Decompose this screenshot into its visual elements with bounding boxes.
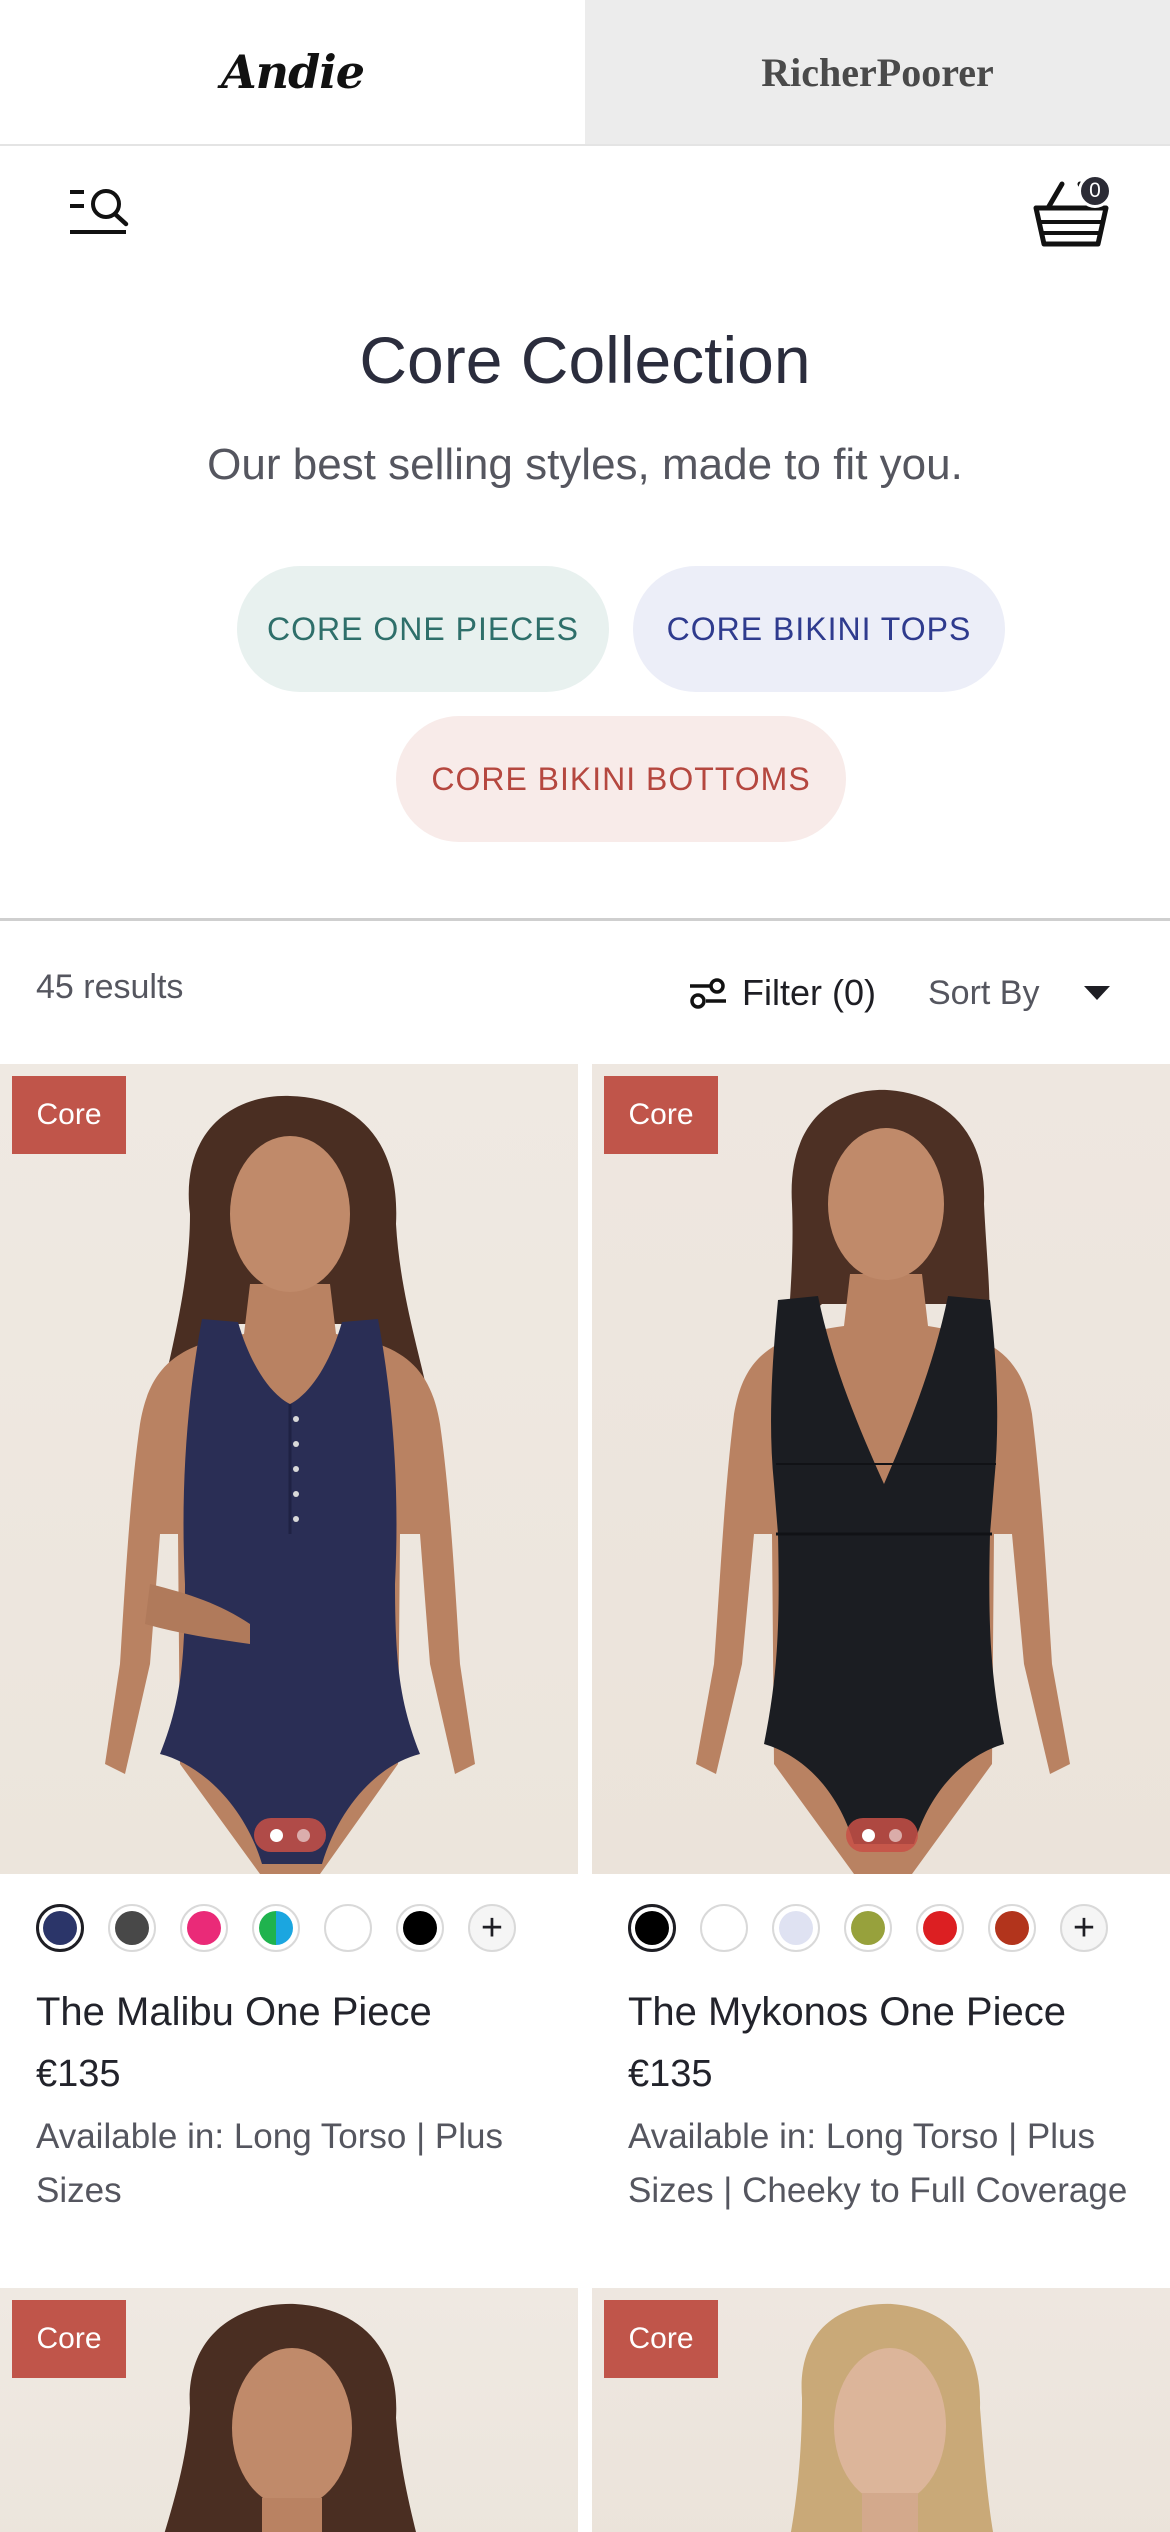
site-header: 0 xyxy=(0,148,1170,278)
product-image[interactable]: Core xyxy=(592,1064,1170,1874)
color-swatch-white[interactable] xyxy=(324,1904,372,1952)
product-price: €135 xyxy=(36,2053,121,2095)
product-price: €135 xyxy=(628,2053,713,2095)
model-photo xyxy=(105,1095,475,1874)
product-name[interactable]: The Mykonos One Piece xyxy=(592,1978,1170,2035)
sort-by-label: Sort By xyxy=(928,973,1040,1012)
menu-search-button[interactable] xyxy=(68,184,132,240)
sliders-icon xyxy=(690,978,726,1009)
color-swatch-green-blue[interactable] xyxy=(252,1904,300,1952)
brand-tabs: Andie RicherPoorer xyxy=(0,0,1170,146)
more-colors-button[interactable]: + xyxy=(468,1904,516,1952)
color-swatch-black[interactable] xyxy=(628,1904,676,1952)
color-swatch-black[interactable] xyxy=(396,1904,444,1952)
tab-andie[interactable]: Andie xyxy=(0,0,585,144)
core-badge: Core xyxy=(604,2300,718,2378)
product-card: Core xyxy=(0,2288,578,2532)
product-image[interactable]: Core xyxy=(0,1064,578,1874)
cart-count-badge: 0 xyxy=(1078,174,1112,208)
color-swatches: + xyxy=(592,1874,1170,1978)
color-swatch-pink[interactable] xyxy=(180,1904,228,1952)
color-swatch-lavender[interactable] xyxy=(772,1904,820,1952)
carousel-dot[interactable] xyxy=(889,1828,902,1842)
caret-down-icon xyxy=(1084,986,1110,1000)
color-swatch-olive[interactable] xyxy=(844,1904,892,1952)
carousel-dot[interactable] xyxy=(270,1828,283,1842)
cart-button[interactable]: 0 xyxy=(1030,170,1114,254)
product-image[interactable]: Core xyxy=(0,2288,578,2532)
product-card: Core + The Malibu One Piece €135 Availab… xyxy=(0,1064,578,2218)
category-pill-core-bikini-tops[interactable]: CORE BIKINI TOPS xyxy=(633,566,1005,692)
model-photo xyxy=(696,1089,1070,1874)
product-card: Core + The Mykonos One Piece €135 Availa… xyxy=(592,1064,1170,2218)
results-count: 45 results xyxy=(36,968,184,1006)
tab-richerpoorer[interactable]: RicherPoorer xyxy=(585,0,1170,144)
filter-label: Filter (0) xyxy=(742,972,876,1013)
image-carousel-dots xyxy=(254,1818,326,1852)
carousel-dot[interactable] xyxy=(862,1828,875,1842)
color-swatch-charcoal[interactable] xyxy=(108,1904,156,1952)
richerpoorer-logo: RicherPoorer xyxy=(761,49,994,95)
core-badge: Core xyxy=(604,1076,718,1154)
menu-search-icon xyxy=(70,189,129,234)
product-availability: Available in: Long Torso | Plus Sizes xyxy=(36,2117,503,2210)
product-card: Core xyxy=(592,2288,1170,2532)
sort-by-dropdown[interactable]: Sort By xyxy=(928,958,1128,1028)
filter-button[interactable]: Filter (0) xyxy=(688,958,876,1028)
page-subtitle: Our best selling styles, made to fit you… xyxy=(207,440,963,489)
color-swatch-navy[interactable] xyxy=(36,1904,84,1952)
more-colors-button[interactable]: + xyxy=(1060,1904,1108,1952)
carousel-dot[interactable] xyxy=(297,1828,310,1842)
category-pill-core-one-pieces[interactable]: CORE ONE PIECES xyxy=(237,566,609,692)
color-swatch-rust[interactable] xyxy=(988,1904,1036,1952)
andie-logo: Andie xyxy=(220,45,365,99)
product-image[interactable]: Core xyxy=(592,2288,1170,2532)
page-title: Core Collection xyxy=(359,323,811,397)
image-carousel-dots xyxy=(846,1818,918,1852)
core-badge: Core xyxy=(12,2300,126,2378)
category-pill-core-bikini-bottoms[interactable]: CORE BIKINI BOTTOMS xyxy=(396,716,846,842)
product-name[interactable]: The Malibu One Piece xyxy=(0,1978,578,2035)
color-swatches: + xyxy=(0,1874,578,1978)
color-swatch-red[interactable] xyxy=(916,1904,964,1952)
section-divider xyxy=(0,918,1170,921)
core-badge: Core xyxy=(12,1076,126,1154)
color-swatch-white[interactable] xyxy=(700,1904,748,1952)
product-availability: Available in: Long Torso | Plus Sizes | … xyxy=(628,2117,1128,2210)
